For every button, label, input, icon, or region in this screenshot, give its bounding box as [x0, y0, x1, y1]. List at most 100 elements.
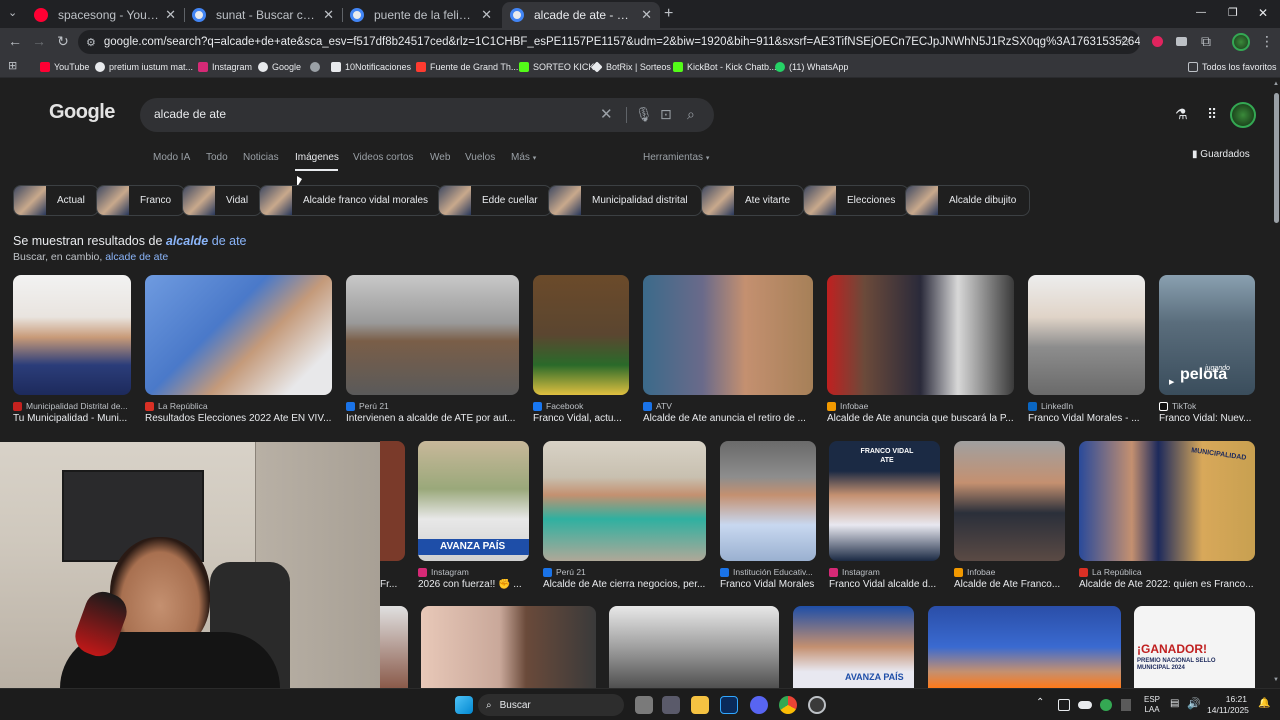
extension-icon[interactable]	[1152, 36, 1163, 47]
bookmark-unnamed[interactable]	[310, 59, 324, 75]
all-bookmarks-folder[interactable]: Todos los favoritos	[1188, 59, 1277, 75]
kebab-menu-icon[interactable]: ⋮	[1258, 33, 1276, 50]
result-image[interactable]	[346, 275, 519, 395]
chip-actual[interactable]: Actual	[13, 185, 99, 216]
tab-modo-ia[interactable]: Modo IA	[153, 152, 190, 163]
taskbar-search[interactable]: ⌕ Buscar	[478, 694, 624, 716]
tab-mas[interactable]: Más ▾	[511, 152, 536, 163]
result-image[interactable]	[827, 275, 1014, 395]
result-image[interactable]	[1028, 275, 1145, 395]
tab-sunat[interactable]: sunat - Buscar con Google ✕	[184, 2, 342, 28]
result-caption[interactable]: Franco Vidal: Nuev...	[1159, 413, 1255, 424]
result-image[interactable]: AVANZA PAÍS	[793, 606, 914, 688]
site-info-icon[interactable]: ⚙	[86, 36, 96, 49]
bookmark-instagram[interactable]: Instagram	[198, 59, 252, 75]
image-result[interactable]: AVANZA PAÍS Instagram 2026 con fuerza!! …	[418, 441, 529, 591]
page-scrollbar[interactable]: ▲ ▼	[1272, 79, 1280, 688]
chip-alcalde-dibujito[interactable]: Alcalde dibujito	[905, 185, 1031, 216]
clear-icon[interactable]: ✕	[600, 105, 613, 123]
result-image[interactable]	[543, 441, 706, 561]
result-image[interactable]	[720, 441, 816, 561]
result-image[interactable]: MUNICIPALIDAD	[1079, 441, 1255, 561]
profile-avatar[interactable]	[1232, 33, 1250, 51]
bookmark-google[interactable]: Google	[258, 59, 301, 75]
tab-alcade-de-ate[interactable]: alcade de ate - Buscar con Goo ✕	[502, 2, 660, 28]
close-window-button[interactable]: ✕	[1258, 6, 1268, 20]
search-box[interactable]: alcade de ate ✕ 🎙 ⊡ ⌕	[140, 98, 714, 132]
result-caption[interactable]: Franco Vidal Morales	[720, 579, 816, 590]
tools-button[interactable]: Herramientas ▾	[643, 152, 709, 163]
image-result[interactable]	[380, 606, 408, 688]
task-view-icon[interactable]	[635, 696, 653, 714]
image-result[interactable]: jugando pelota ▶ TikTok Franco Vidal: Nu…	[1159, 275, 1255, 425]
result-image[interactable]	[421, 606, 596, 688]
tab-puente[interactable]: puente de la felicidad barranco ✕	[342, 2, 500, 28]
chip-vidal[interactable]: Vidal	[182, 185, 263, 216]
search-icon[interactable]: ⌕	[687, 106, 695, 123]
photoshop-icon[interactable]	[720, 696, 738, 714]
image-result[interactable]: Perú 21 Alcalde de Ate cierra negocios, …	[543, 441, 706, 591]
result-image[interactable]: AVANZA PAÍS	[418, 441, 529, 561]
image-result[interactable]: Institución Educativ... Franco Vidal Mor…	[720, 441, 816, 591]
clock[interactable]: 16:21 14/11/2025	[1207, 694, 1249, 716]
tray-icon[interactable]	[1121, 699, 1131, 711]
image-result[interactable]	[928, 606, 1121, 688]
image-result[interactable]: Infobae Alcalde de Ate Franco...	[954, 441, 1065, 591]
result-image[interactable]	[609, 606, 779, 688]
image-result[interactable]: ¡GANADOR! PREMIO NACIONAL SELLO MUNICIPA…	[1134, 606, 1255, 688]
windows-start-icon[interactable]	[455, 696, 473, 714]
language-indicator[interactable]: ESP LAA	[1144, 695, 1160, 715]
image-result[interactable]: MUNICIPALIDAD La República Alcalde de At…	[1079, 441, 1255, 591]
chip-edde-cuellar[interactable]: Edde cuellar	[438, 185, 552, 216]
tray-chevron-icon[interactable]: ⌃	[1036, 697, 1044, 708]
result-image[interactable]	[928, 606, 1121, 688]
bookmark-fuente-gta[interactable]: Fuente de Grand Th...	[416, 59, 518, 75]
result-image[interactable]	[145, 275, 332, 395]
image-result[interactable]: LinkedIn Franco Vidal Morales - ...	[1028, 275, 1145, 425]
maximize-button[interactable]: ❐	[1228, 6, 1238, 19]
result-image[interactable]	[13, 275, 131, 395]
result-caption[interactable]: Alcalde de Ate Franco...	[954, 579, 1065, 590]
search-input[interactable]: alcade de ate	[154, 107, 226, 121]
close-icon[interactable]: ✕	[641, 7, 652, 23]
result-image[interactable]: jugando pelota ▶	[1159, 275, 1255, 395]
forward-icon[interactable]: →	[30, 33, 48, 49]
chip-ate-vitarte[interactable]: Ate vitarte	[701, 185, 805, 216]
tray-icon[interactable]	[1058, 699, 1070, 711]
bookmark-star-icon[interactable]: ☆	[1116, 33, 1134, 50]
microphone-icon[interactable]: 🎙	[635, 106, 653, 123]
result-image[interactable]: FRANCO VIDAL ATE	[829, 441, 940, 561]
bookmark-botrix[interactable]: BotRix | Sorteos	[591, 59, 671, 75]
tab-web[interactable]: Web	[430, 152, 450, 163]
result-image[interactable]	[533, 275, 629, 395]
bookmark-youtube[interactable]: YouTube	[40, 59, 89, 75]
image-result[interactable]	[609, 606, 779, 688]
result-caption[interactable]: Tu Municipalidad - Muni...	[13, 413, 131, 424]
google-logo[interactable]: Google	[49, 101, 115, 124]
original-query-link[interactable]: alcade de ate	[105, 251, 168, 263]
volume-icon[interactable]: 🔊	[1187, 697, 1201, 710]
chip-elecciones[interactable]: Elecciones	[803, 185, 910, 216]
image-result[interactable]: Facebook Franco Vidal, actu...	[533, 275, 629, 425]
result-image[interactable]	[380, 441, 405, 561]
scrollbar-thumb[interactable]	[1274, 93, 1279, 223]
labs-flask-icon[interactable]: ⚗	[1175, 106, 1188, 123]
result-caption[interactable]: Intervienen a alcalde de ATE por aut...	[346, 413, 519, 424]
app-icon[interactable]	[808, 696, 826, 714]
extension-icon[interactable]	[1176, 37, 1187, 46]
corrected-query-link[interactable]: alcalde	[166, 234, 208, 248]
saved-button[interactable]: ▮ Guardados	[1192, 149, 1250, 160]
image-result[interactable]: Municipalidad Distrital de... Tu Municip…	[13, 275, 131, 425]
result-caption[interactable]: Alcalde de Ate anuncia que buscará la P.…	[827, 413, 1014, 424]
scroll-down-arrow[interactable]: ▼	[1273, 677, 1279, 683]
discord-icon[interactable]	[750, 696, 768, 714]
close-icon[interactable]: ✕	[323, 7, 334, 23]
tab-search-button[interactable]: ⌄	[8, 6, 24, 22]
result-caption[interactable]: Alcalde de Ate cierra negocios, per...	[543, 579, 706, 590]
chip-municipalidad-distrital[interactable]: Municipalidad distrital	[548, 185, 702, 216]
close-icon[interactable]: ✕	[481, 7, 492, 23]
onedrive-icon[interactable]	[1078, 701, 1092, 709]
file-explorer-icon[interactable]	[691, 696, 709, 714]
apps-grid-icon[interactable]: ⊞	[8, 59, 17, 72]
scroll-up-arrow[interactable]: ▲	[1273, 81, 1279, 87]
